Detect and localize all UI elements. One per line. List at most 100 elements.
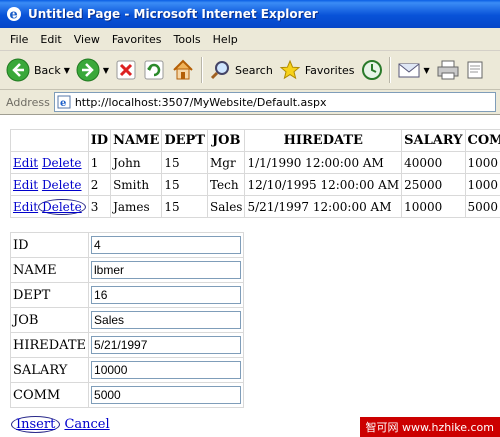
field-cell-id <box>88 232 245 258</box>
toolbar: Back ▼ ▼ Search Favorites ▼ <box>0 51 500 90</box>
ie-logo-icon: e <box>7 7 21 23</box>
grid-header-name: NAME <box>110 129 163 152</box>
cell-salary: 25000 <box>401 173 466 196</box>
history-button[interactable] <box>361 59 383 81</box>
cancel-link[interactable]: Cancel <box>64 417 109 432</box>
menu-view[interactable]: View <box>74 33 100 46</box>
forward-dropdown-icon[interactable]: ▼ <box>103 66 109 75</box>
menu-file[interactable]: File <box>10 33 28 46</box>
table-row: Edit Delete 1 John 15 Mgr 1/1/1990 12:00… <box>10 151 500 174</box>
favorites-button[interactable]: Favorites <box>279 59 355 81</box>
menu-bar: File Edit View Favorites Tools Help <box>0 28 500 51</box>
cell-id: 3 <box>87 195 112 218</box>
forward-arrow-icon <box>76 58 100 82</box>
field-label-id: ID <box>9 232 90 258</box>
menu-favorites[interactable]: Favorites <box>112 33 162 46</box>
salary-field[interactable] <box>91 361 242 379</box>
grid-header-id: ID <box>87 129 112 152</box>
back-label: Back <box>34 63 61 77</box>
page-content: ID NAME DEPT JOB HIREDATE SALARY COMM Ed… <box>0 115 500 437</box>
stop-button[interactable] <box>115 59 137 81</box>
svg-text:e: e <box>60 98 66 109</box>
cell-dept: 15 <box>161 195 208 218</box>
grid-header-row: ID NAME DEPT JOB HIREDATE SALARY COMM <box>10 129 500 152</box>
grid-header-comm: COMM <box>464 129 500 152</box>
cell-job: Tech <box>206 173 246 196</box>
history-icon <box>361 60 382 80</box>
cell-job: Sales <box>206 195 246 218</box>
comm-field[interactable] <box>91 386 242 404</box>
back-button[interactable]: Back ▼ <box>6 58 70 82</box>
forward-button[interactable]: ▼ <box>76 58 109 82</box>
form-row-salary: SALARY <box>9 357 245 383</box>
search-label: Search <box>235 63 273 77</box>
form-row-id: ID <box>9 232 245 258</box>
cell-name: Smith <box>110 173 163 196</box>
field-cell-dept <box>88 282 245 308</box>
mail-dropdown-icon[interactable]: ▼ <box>424 66 430 75</box>
edit-page-icon <box>467 61 483 79</box>
back-dropdown-icon[interactable]: ▼ <box>64 66 70 75</box>
hiredate-field[interactable] <box>91 336 242 354</box>
delete-link-highlighted[interactable]: Delete <box>38 198 86 215</box>
mail-icon <box>398 63 420 78</box>
edit-link[interactable]: Edit <box>13 200 38 214</box>
svg-text:e: e <box>10 8 18 23</box>
print-button[interactable] <box>436 59 460 81</box>
delete-link[interactable]: Delete <box>42 156 82 170</box>
job-field[interactable] <box>91 311 242 329</box>
row-commands: Edit Delete <box>10 173 89 196</box>
menu-tools[interactable]: Tools <box>174 33 201 46</box>
field-label-hiredate: HIREDATE <box>9 332 90 358</box>
delete-link[interactable]: Delete <box>42 178 82 192</box>
field-label-dept: DEPT <box>9 282 90 308</box>
row-commands: Edit Delete <box>10 151 89 174</box>
refresh-button[interactable] <box>143 59 165 81</box>
field-cell-hiredate <box>88 332 245 358</box>
address-input[interactable]: e http://localhost:3507/MyWebsite/Defaul… <box>53 92 496 112</box>
cell-comm: 1000 <box>464 173 500 196</box>
dept-field[interactable] <box>91 286 242 304</box>
id-field[interactable] <box>91 236 242 254</box>
cell-job: Mgr <box>206 151 246 174</box>
back-arrow-icon <box>6 58 30 82</box>
cell-salary: 40000 <box>401 151 466 174</box>
insert-link[interactable]: Insert <box>11 416 61 433</box>
menu-edit[interactable]: Edit <box>40 33 61 46</box>
form-row-hiredate: HIREDATE <box>9 332 245 358</box>
form-row-dept: DEPT <box>9 282 245 308</box>
name-field[interactable] <box>91 261 242 279</box>
search-icon <box>210 61 230 80</box>
search-button[interactable]: Search <box>209 59 273 81</box>
edit-page-button[interactable] <box>466 59 486 81</box>
stop-icon <box>116 60 136 80</box>
favorites-label: Favorites <box>304 63 355 77</box>
menu-help[interactable]: Help <box>213 33 238 46</box>
edit-link[interactable]: Edit <box>13 178 38 192</box>
employee-detailsview: ID NAME DEPT JOB HIREDATE SALARY COMM <box>9 232 245 408</box>
mail-button[interactable]: ▼ <box>397 59 430 81</box>
cell-hiredate: 5/21/1997 12:00:00 AM <box>244 195 403 218</box>
printer-icon <box>437 60 459 80</box>
refresh-icon <box>144 60 164 80</box>
cell-dept: 15 <box>161 151 208 174</box>
row-commands: Edit Delete <box>10 195 89 218</box>
field-cell-comm <box>88 382 245 408</box>
form-row-comm: COMM <box>9 382 245 408</box>
field-label-salary: SALARY <box>9 357 90 383</box>
form-actions: Insert Cancel <box>11 416 110 433</box>
toolbar-separator <box>388 57 391 83</box>
field-cell-job <box>88 307 245 333</box>
field-label-comm: COMM <box>9 382 90 408</box>
cell-salary: 10000 <box>401 195 466 218</box>
edit-link[interactable]: Edit <box>13 156 38 170</box>
address-bar: Address e http://localhost:3507/MyWebsit… <box>0 90 500 115</box>
home-button[interactable] <box>171 58 195 82</box>
watermark: 智可网 www.hzhike.com <box>359 417 500 437</box>
cell-hiredate: 12/10/1995 12:00:00 AM <box>244 173 403 196</box>
address-label: Address <box>6 95 50 109</box>
grid-header-job: JOB <box>206 129 246 152</box>
grid-header-hiredate: HIREDATE <box>244 129 403 152</box>
toolbar-separator <box>201 57 204 83</box>
cell-comm: 5000 <box>464 195 500 218</box>
